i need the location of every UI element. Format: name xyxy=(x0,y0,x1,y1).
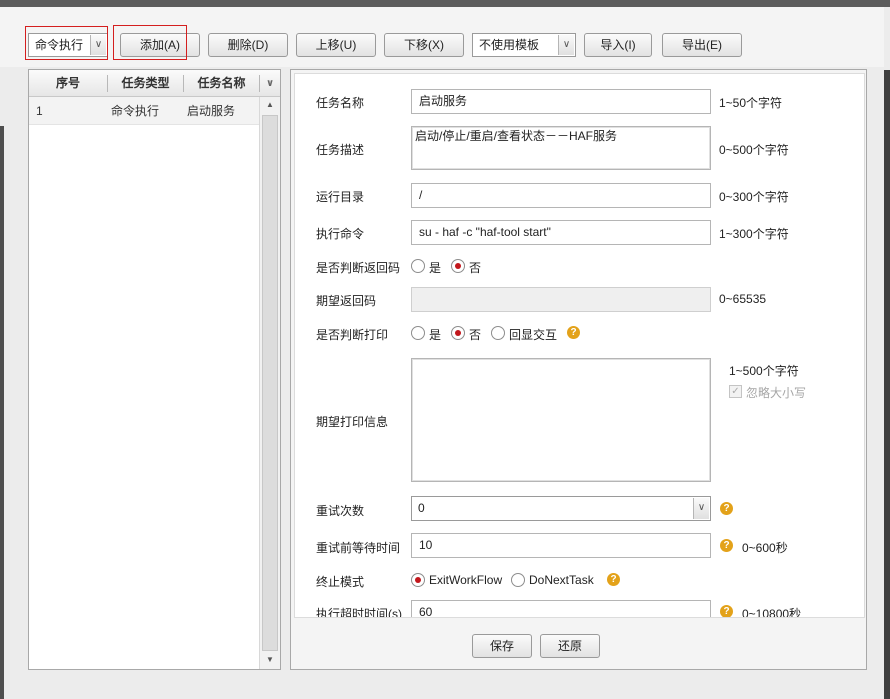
expected-print-textarea[interactable] xyxy=(411,358,711,482)
check-return-yes-label: 是 xyxy=(429,261,442,275)
task-desc-textarea[interactable]: 启动/停止/重启/查看状态－－HAF服务 xyxy=(411,126,711,170)
move-up-button[interactable]: 上移(U) xyxy=(296,33,376,57)
task-list-scrollbar[interactable]: ▲ ▼ xyxy=(259,97,280,669)
table-row[interactable]: 1 命令执行 启动服务 xyxy=(29,97,259,125)
task-desc-label: 任务描述 xyxy=(316,143,365,157)
timeout-input[interactable]: 60 xyxy=(411,600,711,617)
left-edge-strip xyxy=(0,126,4,699)
window-top-bar xyxy=(0,0,890,7)
task-desc-hint: 0~500个字符 xyxy=(719,143,789,157)
template-select-value: 不使用模板 xyxy=(479,38,540,52)
scrollbar-thumb[interactable] xyxy=(262,115,278,651)
retry-count-value: 0 xyxy=(418,501,425,515)
column-menu-icon[interactable]: ∨ xyxy=(260,70,280,97)
column-header-name[interactable]: 任务名称 xyxy=(184,70,259,97)
chevron-down-icon: ∨ xyxy=(90,35,106,55)
expected-return-label: 期望返回码 xyxy=(316,294,377,308)
stop-mode-exit-radio[interactable] xyxy=(411,573,425,587)
task-list-header: 序号 任务类型 任务名称 ∨ xyxy=(29,70,280,97)
check-return-yes-radio[interactable] xyxy=(411,259,425,273)
retry-wait-hint: 0~600秒 xyxy=(742,541,788,555)
check-return-no-label: 否 xyxy=(469,261,482,275)
ignore-case-label: 忽略大小写 xyxy=(746,386,807,400)
row-name: 启动服务 xyxy=(187,104,236,118)
column-header-type[interactable]: 任务类型 xyxy=(108,70,183,97)
stop-mode-next-label: DoNextTask xyxy=(529,573,594,587)
timeout-hint: 0~10800秒 xyxy=(742,607,802,618)
ignore-case-checkbox[interactable]: ✓ xyxy=(729,385,742,398)
help-icon[interactable]: ? xyxy=(720,605,733,617)
run-dir-input[interactable]: / xyxy=(411,183,711,208)
chevron-down-icon: ∨ xyxy=(558,35,574,55)
check-print-echo-radio[interactable] xyxy=(491,326,505,340)
stop-mode-exit-label: ExitWorkFlow xyxy=(429,573,503,587)
check-print-yes-radio[interactable] xyxy=(411,326,425,340)
task-type-select[interactable]: 命令执行 ∨ xyxy=(28,33,108,57)
template-select[interactable]: 不使用模板 ∨ xyxy=(472,33,576,57)
help-icon[interactable]: ? xyxy=(607,573,620,586)
help-icon[interactable]: ? xyxy=(567,326,580,339)
task-name-input[interactable]: 启动服务 xyxy=(411,89,711,114)
command-hint: 1~300个字符 xyxy=(719,227,789,241)
retry-count-label: 重试次数 xyxy=(316,504,365,518)
task-detail-panel: 任务名称 启动服务 1~50个字符 任务描述 启动/停止/重启/查看状态－－HA… xyxy=(290,69,867,670)
check-return-label: 是否判断返回码 xyxy=(316,261,401,275)
stop-mode-label: 终止模式 xyxy=(316,575,365,589)
chevron-down-icon: ∨ xyxy=(693,498,709,519)
scroll-down-arrow-icon[interactable]: ▼ xyxy=(260,652,280,668)
expected-print-label: 期望打印信息 xyxy=(316,415,389,429)
right-edge-strip xyxy=(884,70,890,699)
expected-return-input[interactable] xyxy=(411,287,711,312)
expected-print-hint: 1~500个字符 xyxy=(729,364,799,378)
task-name-label: 任务名称 xyxy=(316,96,365,110)
help-icon[interactable]: ? xyxy=(720,502,733,515)
import-button[interactable]: 导入(I) xyxy=(584,33,652,57)
command-input[interactable]: su - haf -c "haf-tool start" xyxy=(411,220,711,245)
stop-mode-next-radio[interactable] xyxy=(511,573,525,587)
run-dir-hint: 0~300个字符 xyxy=(719,190,789,204)
delete-button[interactable]: 删除(D) xyxy=(208,33,288,57)
command-label: 执行命令 xyxy=(316,227,365,241)
task-type-select-value: 命令执行 xyxy=(35,38,84,52)
move-down-button[interactable]: 下移(X) xyxy=(384,33,464,57)
check-print-no-label: 否 xyxy=(469,328,482,342)
task-list-panel: 序号 任务类型 任务名称 ∨ 1 命令执行 启动服务 ▲ ▼ xyxy=(28,69,281,670)
check-return-no-radio[interactable] xyxy=(451,259,465,273)
retry-count-select[interactable]: 0 ∨ xyxy=(411,496,711,521)
timeout-label: 执行超时时间(s) xyxy=(316,607,402,618)
check-print-label: 是否判断打印 xyxy=(316,328,389,342)
check-print-yes-label: 是 xyxy=(429,328,442,342)
run-dir-label: 运行目录 xyxy=(316,190,365,204)
row-type: 命令执行 xyxy=(111,104,160,118)
retry-wait-input[interactable]: 10 xyxy=(411,533,711,558)
retry-wait-label: 重试前等待时间 xyxy=(316,541,401,555)
row-index: 1 xyxy=(36,104,43,118)
save-button[interactable]: 保存 xyxy=(472,634,532,658)
add-button[interactable]: 添加(A) xyxy=(120,33,200,57)
export-button[interactable]: 导出(E) xyxy=(662,33,742,57)
task-name-hint: 1~50个字符 xyxy=(719,96,783,110)
expected-return-hint: 0~65535 xyxy=(719,292,767,306)
column-header-index[interactable]: 序号 xyxy=(29,70,107,97)
help-icon[interactable]: ? xyxy=(720,539,733,552)
check-print-no-radio[interactable] xyxy=(451,326,465,340)
task-form: 任务名称 启动服务 1~50个字符 任务描述 启动/停止/重启/查看状态－－HA… xyxy=(294,73,865,618)
reset-button[interactable]: 还原 xyxy=(540,634,600,658)
check-print-echo-label: 回显交互 xyxy=(509,328,558,342)
scroll-up-arrow-icon[interactable]: ▲ xyxy=(260,97,280,113)
